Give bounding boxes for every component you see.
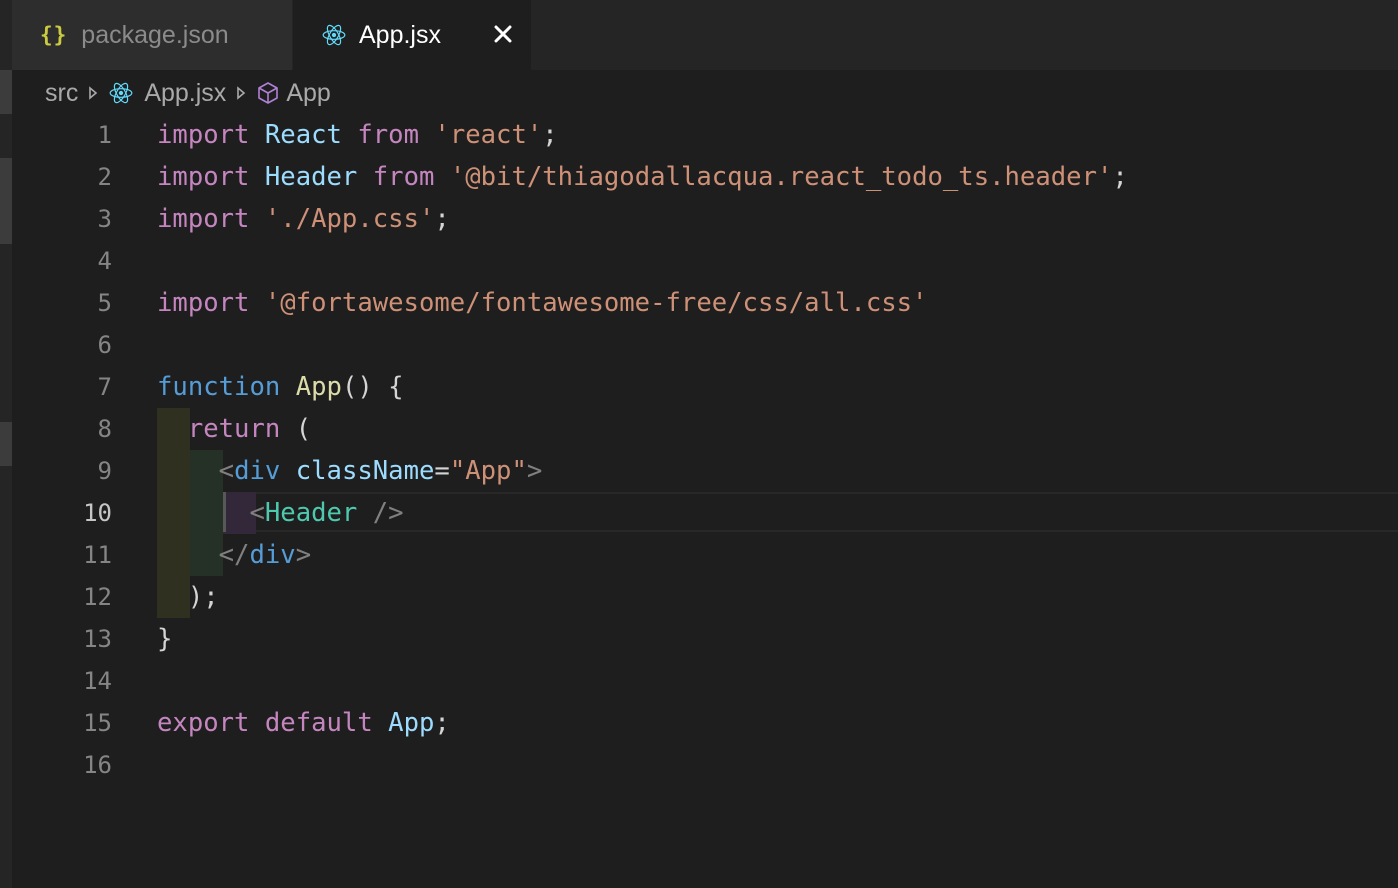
- line-number: 1: [97, 121, 112, 149]
- breadcrumb: src App.jsx App: [0, 70, 1398, 116]
- chevron-right-icon: [89, 86, 98, 100]
- code-line-active[interactable]: <Header />: [157, 492, 403, 534]
- line-number: 11: [83, 541, 112, 569]
- editor-left-rail: [0, 70, 12, 888]
- code-line[interactable]: import React from 'react';: [157, 114, 558, 156]
- symbol-cube-icon: [258, 82, 279, 104]
- line-number-active: 10: [83, 499, 112, 527]
- code-line[interactable]: import '@fortawesome/fontawesome-free/cs…: [157, 282, 927, 324]
- code-line[interactable]: import './App.css';: [157, 198, 450, 240]
- react-icon: [109, 82, 133, 104]
- line-number: 5: [97, 289, 112, 317]
- tab-package-json[interactable]: {} package.json: [12, 0, 292, 70]
- line-number: 7: [97, 373, 112, 401]
- line-number: 9: [97, 457, 112, 485]
- code-line[interactable]: function App() {: [157, 366, 404, 408]
- code-line[interactable]: );: [157, 576, 219, 618]
- tab-label: App.jsx: [359, 20, 441, 49]
- code-line[interactable]: </div>: [157, 534, 311, 576]
- breadcrumb-label: App.jsx: [144, 78, 227, 107]
- code-line[interactable]: <div className="App">: [157, 450, 543, 492]
- code-line[interactable]: }: [157, 618, 172, 660]
- breadcrumb-item-app-jsx[interactable]: App.jsx: [108, 79, 226, 108]
- line-number: 6: [97, 331, 112, 359]
- code-line[interactable]: import Header from '@bit/thiagodallacqua…: [157, 156, 1128, 198]
- breadcrumb-label: src: [45, 78, 79, 107]
- breadcrumb-item-src[interactable]: src: [45, 79, 78, 108]
- line-number: 16: [83, 751, 112, 779]
- chevron-right-icon: [237, 86, 246, 100]
- react-icon: [322, 24, 346, 46]
- line-number: 2: [97, 163, 112, 191]
- editor-tab-bar: {} package.json App.jsx: [0, 0, 1398, 70]
- line-number: 12: [83, 583, 112, 611]
- rail-marker: [0, 158, 12, 244]
- json-braces-icon: {}: [40, 23, 68, 47]
- tab-app-jsx[interactable]: App.jsx: [293, 0, 531, 70]
- line-number: 14: [83, 667, 112, 695]
- breadcrumb-label: App: [286, 78, 331, 107]
- rail-marker: [0, 422, 12, 466]
- code-line[interactable]: export default App;: [157, 702, 450, 744]
- line-number: 15: [83, 709, 112, 737]
- tab-label: package.json: [81, 20, 229, 49]
- line-number: 4: [97, 247, 112, 275]
- line-number: 8: [97, 415, 112, 443]
- code-line[interactable]: return (: [157, 408, 311, 450]
- close-icon[interactable]: [491, 22, 515, 46]
- line-number: 3: [97, 205, 112, 233]
- line-number: 13: [83, 625, 112, 653]
- breadcrumb-item-app-symbol[interactable]: App: [256, 78, 331, 108]
